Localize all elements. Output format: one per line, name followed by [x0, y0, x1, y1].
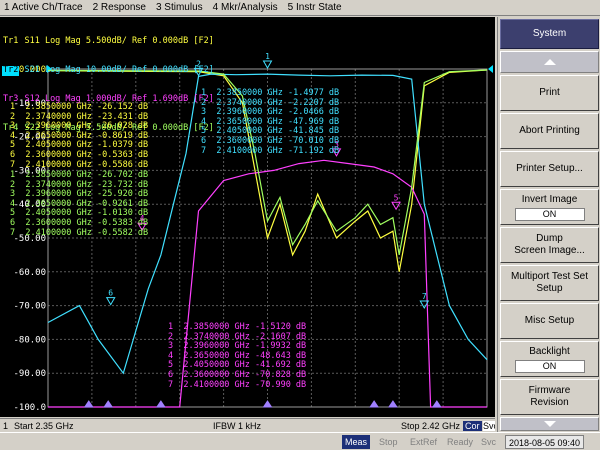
menu-response[interactable]: 2 Response — [89, 2, 152, 13]
menu-label: Active Ch/Trace — [11, 2, 83, 13]
printer-setup-button[interactable]: Printer Setup... — [500, 151, 599, 187]
marker-row: 7 2.4100000 GHz -0.5586 dB — [10, 159, 149, 170]
marker-row: 7 2.4100000 GHz -70.990 dB — [168, 379, 307, 390]
stimulus-marker — [262, 400, 273, 408]
y-tick-label: -90.00 — [13, 369, 46, 379]
marker-label: 5 — [394, 193, 399, 202]
marker-table-s22: 1 2.3850000 GHz -26.702 dB 2 2.3740000 GH… — [10, 170, 149, 238]
marker-triangle — [262, 60, 273, 70]
stimulus-marker — [103, 400, 114, 408]
y-tick-label: -100.0 — [13, 403, 46, 413]
marker-label: 6 — [108, 289, 113, 298]
trace-id: Tr2 — [2, 64, 20, 76]
arrow-up-icon — [543, 59, 556, 65]
dump-label-1: Dump — [536, 233, 563, 244]
menu-active-ch-trace[interactable]: 1 Active Ch/Trace — [0, 2, 89, 13]
menu-num: 4 — [212, 2, 219, 13]
invert-image-button[interactable]: Invert Image ON — [500, 189, 599, 225]
abort-printing-label: Abort Printing — [519, 125, 580, 136]
menu-label: Response — [100, 2, 146, 13]
stop-frequency[interactable]: Stop 2.42 GHz — [401, 421, 460, 431]
menu-num: 3 — [155, 2, 162, 13]
instrument-status-bar: Meas Stop ExtRef Ready Svc 2018-08-05 09… — [0, 432, 600, 450]
measurement-screen[interactable]: 0.000 -10.00 -20.00 -30.00 -40.00 -50.00 -60.0… — [0, 17, 495, 417]
marker-table-s12: 1 2.3850000 GHz -1.5120 dB 2 2.3740000 GH… — [168, 322, 307, 390]
misc-setup-label: Misc Setup — [524, 315, 575, 326]
marker-label: 7 — [422, 292, 427, 301]
scroll-down-button[interactable] — [500, 417, 599, 431]
channel-status-bar: 1 Start 2.35 GHz IFBW 1 kHz Stop 2.42 GH… — [0, 418, 495, 432]
print-label: Print — [539, 87, 560, 98]
multiport-label-2: Setup — [536, 283, 563, 294]
status-datetime: 2018-08-05 09:40 — [505, 435, 585, 449]
y-tick-label: -70.00 — [13, 302, 46, 312]
stimulus-marker — [431, 400, 442, 408]
dump-screen-image-button[interactable]: Dump Screen Image... — [500, 227, 599, 263]
multiport-test-set-button[interactable]: Multiport Test Set Setup — [500, 265, 599, 301]
softkey-title: System — [500, 19, 599, 49]
status-meas: Meas — [342, 435, 371, 449]
menu-instr-state[interactable]: 5 Instr State — [284, 2, 348, 13]
invert-image-label: Invert Image — [521, 193, 578, 205]
ifbw-value[interactable]: IFBW 1 kHz — [213, 421, 261, 431]
marker-row: 7 2.4100000 GHz -71.192 dB — [201, 145, 340, 156]
menu-stimulus[interactable]: 3 Stimulus — [152, 2, 209, 13]
menu-label: Stimulus — [164, 2, 203, 13]
softkey-panel: System Print Abort Printing Printer Setu… — [497, 17, 600, 432]
firmware-revision-button[interactable]: Firmware Revision — [500, 379, 599, 415]
marker-table-s11: 1 2.3850000 GHz -26.152 dB 2 2.3740000 GH… — [10, 102, 149, 170]
status-ready: Ready — [447, 437, 474, 447]
status-stop: Stop — [379, 437, 398, 447]
invert-image-value: ON — [514, 207, 585, 221]
scroll-up-button[interactable] — [500, 51, 599, 73]
marker-table-s21: 1 2.3850000 GHz -1.4977 dB 2 2.3740000 GH… — [201, 88, 340, 156]
abort-printing-button[interactable]: Abort Printing — [500, 113, 599, 149]
stimulus-marker — [387, 400, 398, 408]
status-svc: Svc — [481, 437, 497, 447]
backlight-label: Backlight — [529, 345, 570, 357]
menu-label: Instr State — [296, 2, 342, 13]
firmware-label-2: Revision — [530, 397, 569, 408]
trace-row-2[interactable]: Tr2 S21 Log Mag 10.00dB/ Ref 0.000dB [F2… — [2, 64, 214, 76]
stimulus-marker — [155, 400, 166, 408]
svc-badge: Svc — [483, 420, 495, 431]
menu-num: 2 — [92, 2, 99, 13]
printer-setup-label: Printer Setup... — [516, 163, 583, 174]
trace-settings: S11 Log Mag 5.500dB/ Ref 0.000dB [F2] — [19, 36, 214, 47]
dump-label-2: Screen Image... — [514, 245, 585, 256]
backlight-value: ON — [514, 359, 585, 373]
misc-setup-button[interactable]: Misc Setup — [500, 303, 599, 339]
backlight-button[interactable]: Backlight ON — [500, 341, 599, 377]
multiport-label-1: Multiport Test Set — [510, 271, 589, 282]
arrow-down-icon — [543, 421, 556, 427]
trace-id: Tr1 — [3, 36, 19, 47]
marker-label: 1 — [265, 52, 270, 61]
menu-num: 5 — [287, 2, 294, 13]
y-tick-label: -60.00 — [13, 268, 46, 278]
marker-triangle — [105, 297, 116, 306]
trace-settings: S21 Log Mag 10.00dB/ Ref 0.000dB [F2] — [19, 64, 214, 75]
menu-label: Mkr/Analysis — [220, 2, 278, 13]
firmware-label-1: Firmware — [528, 385, 571, 396]
stimulus-marker — [369, 400, 380, 408]
channel-number: 1 — [3, 420, 9, 431]
marker-row: 7 2.4100000 GHz -0.5582 dB — [10, 227, 149, 238]
status-extref: ExtRef — [410, 437, 438, 447]
y-tick-label: -80.00 — [13, 335, 46, 345]
start-frequency[interactable]: Start 2.35 GHz — [14, 421, 74, 431]
trace-row-1[interactable]: Tr1 S11 Log Mag 5.500dB/ Ref 0.000dB [F2… — [2, 37, 214, 47]
menu-mkr-analysis[interactable]: 4 Mkr/Analysis — [209, 2, 284, 13]
menu-bar: 1 Active Ch/Trace 2 Response 3 Stimulus … — [0, 0, 600, 16]
cor-badge: Cor — [463, 420, 482, 431]
softkey-title-label: System — [532, 28, 567, 39]
menu-num: 1 — [4, 2, 10, 13]
print-button[interactable]: Print — [500, 75, 599, 111]
reference-arrow-right — [488, 65, 493, 73]
